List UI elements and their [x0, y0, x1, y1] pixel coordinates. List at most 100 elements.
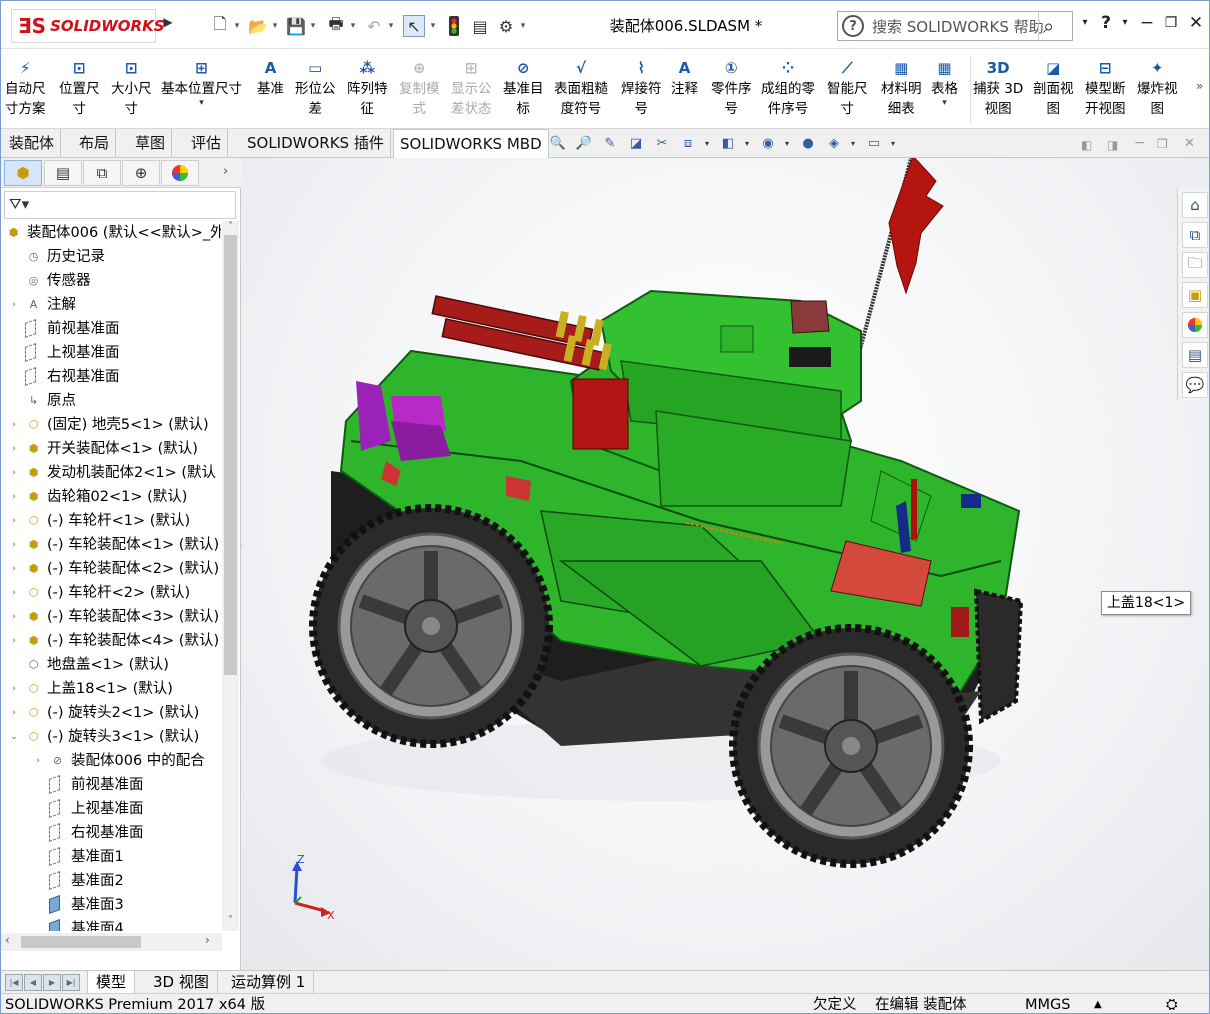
scroll-left-icon[interactable]: ‹ [5, 933, 10, 947]
tree-node[interactable]: 基准面3 [1, 893, 221, 917]
tree-node[interactable]: ⬢ 装配体006 (默认<<默认>_外 [1, 221, 221, 245]
tree-node[interactable]: 上视基准面 [1, 797, 221, 821]
viewport-restore-icon[interactable]: ❐ [1157, 137, 1168, 151]
ribbon-button-datum-target[interactable]: ⊘ 基准目标 [503, 57, 544, 119]
ribbon-dropdown-icon[interactable]: ▾ [942, 99, 947, 108]
command-tab-5[interactable]: SOLIDWORKS MBD [393, 129, 549, 158]
tree-node[interactable]: › ⬡ (-) 车轮杆<1> (默认) [1, 509, 221, 533]
solidworks-logo[interactable]: ƎS SOLIDWORKS [11, 9, 165, 43]
tree-node[interactable]: › ⬡ (-) 旋转头2<1> (默认) [1, 701, 221, 725]
undo-dropdown-icon[interactable]: ▾ [387, 15, 395, 37]
restore-icon[interactable]: ❐ [1161, 15, 1181, 31]
ribbon-button-section-view[interactable]: ◪ 剖面视图 [1033, 57, 1074, 119]
hscroll-thumb[interactable] [21, 936, 141, 948]
tree-node[interactable]: 基准面1 [1, 845, 221, 869]
tree-node[interactable]: 前视基准面 [1, 773, 221, 797]
save-icon[interactable]: 💾 [285, 15, 307, 37]
scroll-down-icon[interactable]: ˅ [222, 915, 239, 926]
tree-node[interactable]: ⌄ ⬡ (-) 旋转头3<1> (默认) [1, 725, 221, 749]
tree-node[interactable]: 上视基准面 [1, 341, 221, 365]
command-tab-1[interactable]: 布局 [73, 129, 117, 157]
tree-node[interactable]: 前视基准面 [1, 317, 221, 341]
help-icon[interactable]: ? [1096, 13, 1116, 33]
expand-chevron-icon[interactable]: › [9, 677, 19, 701]
expand-chevron-icon[interactable]: › [33, 749, 43, 773]
ribbon-button-auto-dimension[interactable]: ⚡ 自动尺 寸方案 [5, 57, 46, 119]
expand-chevron-icon[interactable]: › [9, 485, 19, 509]
tab-last-icon[interactable]: ▶| [62, 974, 80, 991]
ribbon-button-note[interactable]: A 注释 [671, 57, 698, 99]
tree-node[interactable]: › ⬢ (-) 车轮装配体<3> (默认) [1, 605, 221, 629]
tree-node[interactable]: › ⬢ (-) 车轮装配体<4> (默认) [1, 629, 221, 653]
tab-next-icon[interactable]: ▶ [43, 974, 61, 991]
expand-chevron-icon[interactable]: › [9, 701, 19, 725]
close-icon[interactable]: ✕ [1186, 13, 1206, 33]
forum-icon[interactable]: 💬 [1182, 372, 1208, 398]
collapse-chevron-icon[interactable]: ⌄ [9, 725, 19, 749]
solidworks-resources-icon[interactable]: ⌂ [1182, 192, 1208, 218]
tree-node[interactable]: 右视基准面 [1, 365, 221, 389]
search-dropdown-icon[interactable]: ▾ [1075, 17, 1095, 28]
appearances-icon[interactable] [1182, 312, 1208, 338]
ribbon-button-bom[interactable]: ▦ 材料明 细表 [881, 57, 922, 119]
bottom-tab-1[interactable]: 3D 视图 [145, 971, 218, 993]
tree-horizontal-scrollbar[interactable]: ‹ › [1, 933, 222, 951]
ribbon-dropdown-icon[interactable]: ▾ [199, 99, 204, 108]
view-dropdown-icon[interactable]: ▾ [703, 132, 711, 154]
command-tab-2[interactable]: 草图 [129, 129, 173, 157]
tree-node[interactable]: › ⊘ 装配体006 中的配合 [1, 749, 221, 773]
view-dropdown-icon[interactable]: ▾ [783, 132, 791, 154]
expand-chevron-icon[interactable]: › [9, 437, 19, 461]
tree-node[interactable]: 基准面4 [1, 917, 221, 931]
ribbon-button-weld-symbol[interactable]: ⌇ 焊接符号 [621, 57, 662, 119]
ribbon-button-datum[interactable]: A 基准 [257, 57, 284, 99]
command-tab-0[interactable]: 装配体 [3, 129, 62, 157]
viewport-minimize-icon[interactable]: − [1134, 135, 1146, 151]
edit-appearance-icon[interactable]: ● [797, 132, 819, 154]
hide-show-items-icon[interactable]: ◉ [757, 132, 779, 154]
dynamic-annotation-icon[interactable]: ✂ [651, 132, 673, 154]
ribbon-button-model-break-view[interactable]: ⊟ 模型断 开视图 [1085, 57, 1126, 119]
design-library-icon[interactable]: ⧉ [1182, 222, 1208, 248]
search-icon[interactable]: ⌕ [1043, 14, 1054, 38]
ribbon-button-pattern-feature[interactable]: ⁂ 阵列特征 [347, 57, 388, 119]
viewport-tile-right-icon[interactable]: ◨ [1107, 138, 1118, 152]
property-manager-tab-icon[interactable]: ▤ [44, 160, 82, 186]
expand-chevron-icon[interactable]: › [9, 461, 19, 485]
zoom-to-area-icon[interactable]: 🔎 [573, 132, 595, 154]
expand-chevron-icon[interactable]: › [9, 629, 19, 653]
view-settings-icon[interactable]: ▭ [863, 132, 885, 154]
view-orientation-icon[interactable]: ⧈ [677, 132, 699, 154]
status-units[interactable]: MMGS [1025, 994, 1070, 1013]
select-pointer-icon[interactable]: ↖ [403, 15, 425, 37]
file-properties-icon[interactable]: ▤ [469, 15, 491, 37]
bottom-tab-0[interactable]: 模型 [87, 971, 136, 993]
tree-node[interactable]: › ⬢ 齿轮箱02<1> (默认) [1, 485, 221, 509]
tree-node[interactable]: 基准面2 [1, 869, 221, 893]
tree-node[interactable]: ◎ 传感器 [1, 269, 221, 293]
ribbon-button-size-dimension[interactable]: ⊡ 大小尺寸 [111, 57, 152, 119]
dimxpert-manager-tab-icon[interactable]: ⊕ [122, 160, 160, 186]
tank-assembly-model[interactable] [242, 158, 1210, 970]
expand-chevron-icon[interactable]: › [9, 509, 19, 533]
view-palette-icon[interactable]: ▣ [1182, 282, 1208, 308]
ribbon-overflow-icon[interactable]: » [1196, 79, 1203, 93]
minimize-icon[interactable]: − [1137, 13, 1157, 33]
print-icon[interactable]: 🖶 [325, 14, 347, 37]
ribbon-button-balloon[interactable]: ① 零件序号 [711, 57, 752, 119]
options-dropdown-icon[interactable]: ▾ [519, 15, 527, 37]
ribbon-button-copy-scheme[interactable]: ⊕ 复制模式 [399, 57, 440, 119]
ribbon-button-location-dimension[interactable]: ⊡ 位置尺寸 [59, 57, 100, 119]
tree-node[interactable]: ⬡ 地盘盖<1> (默认) [1, 653, 221, 677]
menu-expand-icon[interactable]: ▶ [163, 15, 173, 31]
expand-chevron-icon[interactable]: › [9, 413, 19, 437]
status-notification-icon[interactable]: ⛭ [1166, 994, 1178, 1013]
tree-vertical-scrollbar[interactable]: ˄ ˅ [222, 221, 239, 931]
new-dropdown-icon[interactable]: ▾ [233, 15, 241, 37]
tree-node[interactable]: › ⬡ (-) 车轮杆<2> (默认) [1, 581, 221, 605]
command-tab-3[interactable]: 评估 [185, 129, 229, 157]
tab-prev-icon[interactable]: ◀ [24, 974, 42, 991]
ribbon-button-stacked-balloon[interactable]: ⁘ 成组的零 件序号 [761, 57, 815, 119]
tree-node[interactable]: › ⬢ (-) 车轮装配体<1> (默认) [1, 533, 221, 557]
configuration-manager-tab-icon[interactable]: ⧉ [83, 160, 121, 186]
